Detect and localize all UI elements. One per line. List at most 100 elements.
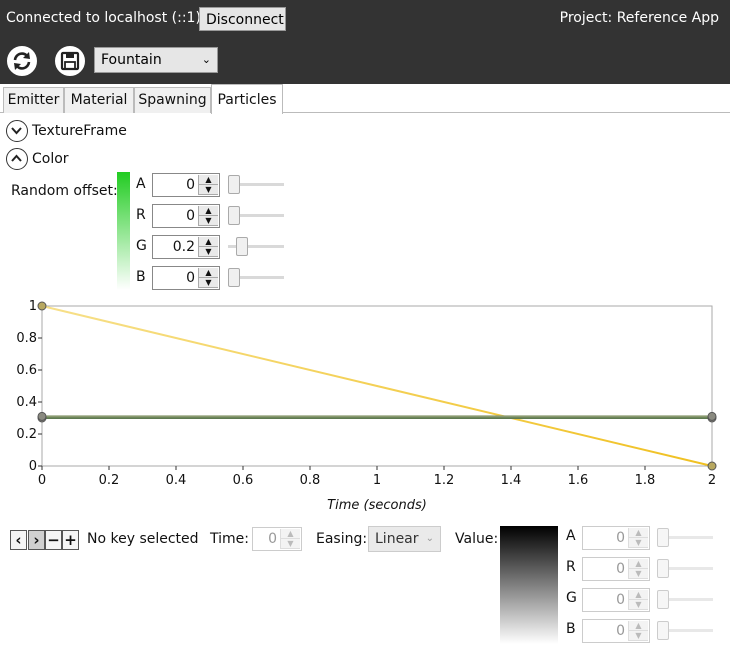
spin-up-icon[interactable]: ▲ [199,237,218,247]
top-bar: Connected to localhost (::1) Disconnect … [0,0,730,38]
expand-button[interactable] [6,120,28,142]
spin-up-icon[interactable]: ▲ [629,590,648,600]
x-tick-label: 0.2 [99,473,120,488]
connection-status: Connected to localhost (::1) [6,10,201,26]
tab-spawning[interactable]: Spawning [134,87,211,113]
time-label: Time: [210,531,249,547]
slider-thumb[interactable] [657,528,669,547]
slider-thumb[interactable] [228,268,240,287]
y-tick-label: 0.4 [16,395,37,410]
x-tick-label: 1.8 [635,473,656,488]
channel-r-spinner[interactable]: 0 ▲ ▼ [152,204,220,228]
easing-label: Easing: [316,531,368,547]
toolbar: Fountain ⌄ [0,38,730,84]
disconnect-button[interactable]: Disconnect [199,7,286,31]
value-r-value: 0 [616,561,625,577]
value-channel-label-r: R [566,559,576,575]
spin-down-icon[interactable]: ▼ [199,185,218,195]
value-b-spinner[interactable]: 0 ▲ ▼ [582,619,650,643]
remove-key-button[interactable]: − [45,530,62,550]
spin-down-icon[interactable]: ▼ [199,247,218,257]
x-axis-label: Time (seconds) [327,498,427,513]
section-color[interactable]: Color [6,148,69,172]
value-g-spinner[interactable]: 0 ▲ ▼ [582,588,650,612]
time-value: 0 [268,531,277,547]
spin-down-icon[interactable]: ▼ [199,278,218,288]
color-curve-chart[interactable]: 0 0.2 0.4 0.6 0.8 1 0 0.2 0.4 0.6 0.8 1 1.2 1.4 1.6 1.… [0,294,730,518]
spin-up-icon[interactable]: ▲ [629,559,648,569]
tab-bar: Emitter Material Spawning Particles [0,84,730,114]
slider-thumb[interactable] [236,237,248,256]
chevron-down-icon [11,127,22,135]
spin-up-icon[interactable]: ▲ [199,206,218,216]
easing-value: Linear [375,531,419,547]
color-gradient-preview [117,172,130,290]
spin-down-icon[interactable]: ▼ [629,600,648,610]
chevron-down-icon: ⌄ [425,533,434,544]
key-status: No key selected [87,531,199,547]
channel-a-value: 0 [186,177,195,193]
channel-b-spinner[interactable]: 0 ▲ ▼ [152,266,220,290]
y-tick-label: 0.6 [16,363,37,378]
section-label: TextureFrame [32,123,127,139]
y-tick-label: 1 [29,299,37,314]
time-spinner[interactable]: 0 ▲ ▼ [252,527,302,551]
slider-thumb[interactable] [657,559,669,578]
slider-thumb[interactable] [228,175,240,194]
prev-key-button[interactable]: ‹ [10,530,27,550]
x-tick-label: 1.6 [568,473,589,488]
value-r-spinner[interactable]: 0 ▲ ▼ [582,557,650,581]
x-tick-label: 1.4 [501,473,522,488]
key-point[interactable] [37,301,47,311]
y-tick-label: 0.2 [16,427,37,442]
key-point[interactable] [707,461,717,471]
spin-down-icon[interactable]: ▼ [629,631,648,641]
channel-label-g: G [136,238,147,254]
spin-down-icon[interactable]: ▼ [629,569,648,579]
next-key-button[interactable]: › [28,530,45,550]
key-point[interactable] [37,411,47,421]
section-label: Color [32,151,69,167]
section-texture-frame[interactable]: TextureFrame [6,120,127,144]
spin-down-icon[interactable]: ▼ [199,216,218,226]
refresh-button[interactable] [5,44,39,78]
preset-select[interactable]: Fountain ⌄ [94,47,218,73]
value-channel-label-a: A [566,528,576,544]
x-tick-label: 0.6 [233,473,254,488]
channel-b-value: 0 [186,270,195,286]
spin-down-icon[interactable]: ▼ [629,538,648,548]
slider-thumb[interactable] [228,206,240,225]
add-key-button[interactable]: + [62,530,79,550]
key-point[interactable] [707,411,717,421]
collapse-button[interactable] [6,148,28,170]
chevron-down-icon: ⌄ [201,53,211,66]
tab-particles[interactable]: Particles [211,84,283,114]
value-channel-label-g: G [566,590,577,606]
tab-emitter[interactable]: Emitter [3,87,64,113]
x-tick-label: 2 [708,473,716,488]
x-tick-label: 0.8 [300,473,321,488]
channel-g-spinner[interactable]: 0.2 ▲ ▼ [152,235,220,259]
spin-up-icon[interactable]: ▲ [199,175,218,185]
save-button[interactable] [53,44,87,78]
spin-up-icon[interactable]: ▲ [199,268,218,278]
chevron-up-icon [11,154,22,162]
project-name: Project: Reference App [559,10,719,26]
spin-up-icon[interactable]: ▲ [629,528,648,538]
slider-thumb[interactable] [657,621,669,640]
spin-up-icon[interactable]: ▲ [281,529,300,539]
channel-g-value: 0.2 [172,239,195,255]
value-channel-label-b: B [566,621,576,637]
value-a-spinner[interactable]: 0 ▲ ▼ [582,526,650,550]
spin-up-icon[interactable]: ▲ [629,621,648,631]
spin-down-icon[interactable]: ▼ [281,539,300,549]
channel-a-spinner[interactable]: 0 ▲ ▼ [152,173,220,197]
tab-material[interactable]: Material [64,87,134,113]
random-offset-label: Random offset: [11,183,118,199]
refresh-icon [13,52,31,70]
channel-label-a: A [136,176,146,192]
slider-thumb[interactable] [657,590,669,609]
channel-label-r: R [136,207,146,223]
value-g-value: 0 [616,592,625,608]
easing-select[interactable]: Linear ⌄ [368,526,441,552]
